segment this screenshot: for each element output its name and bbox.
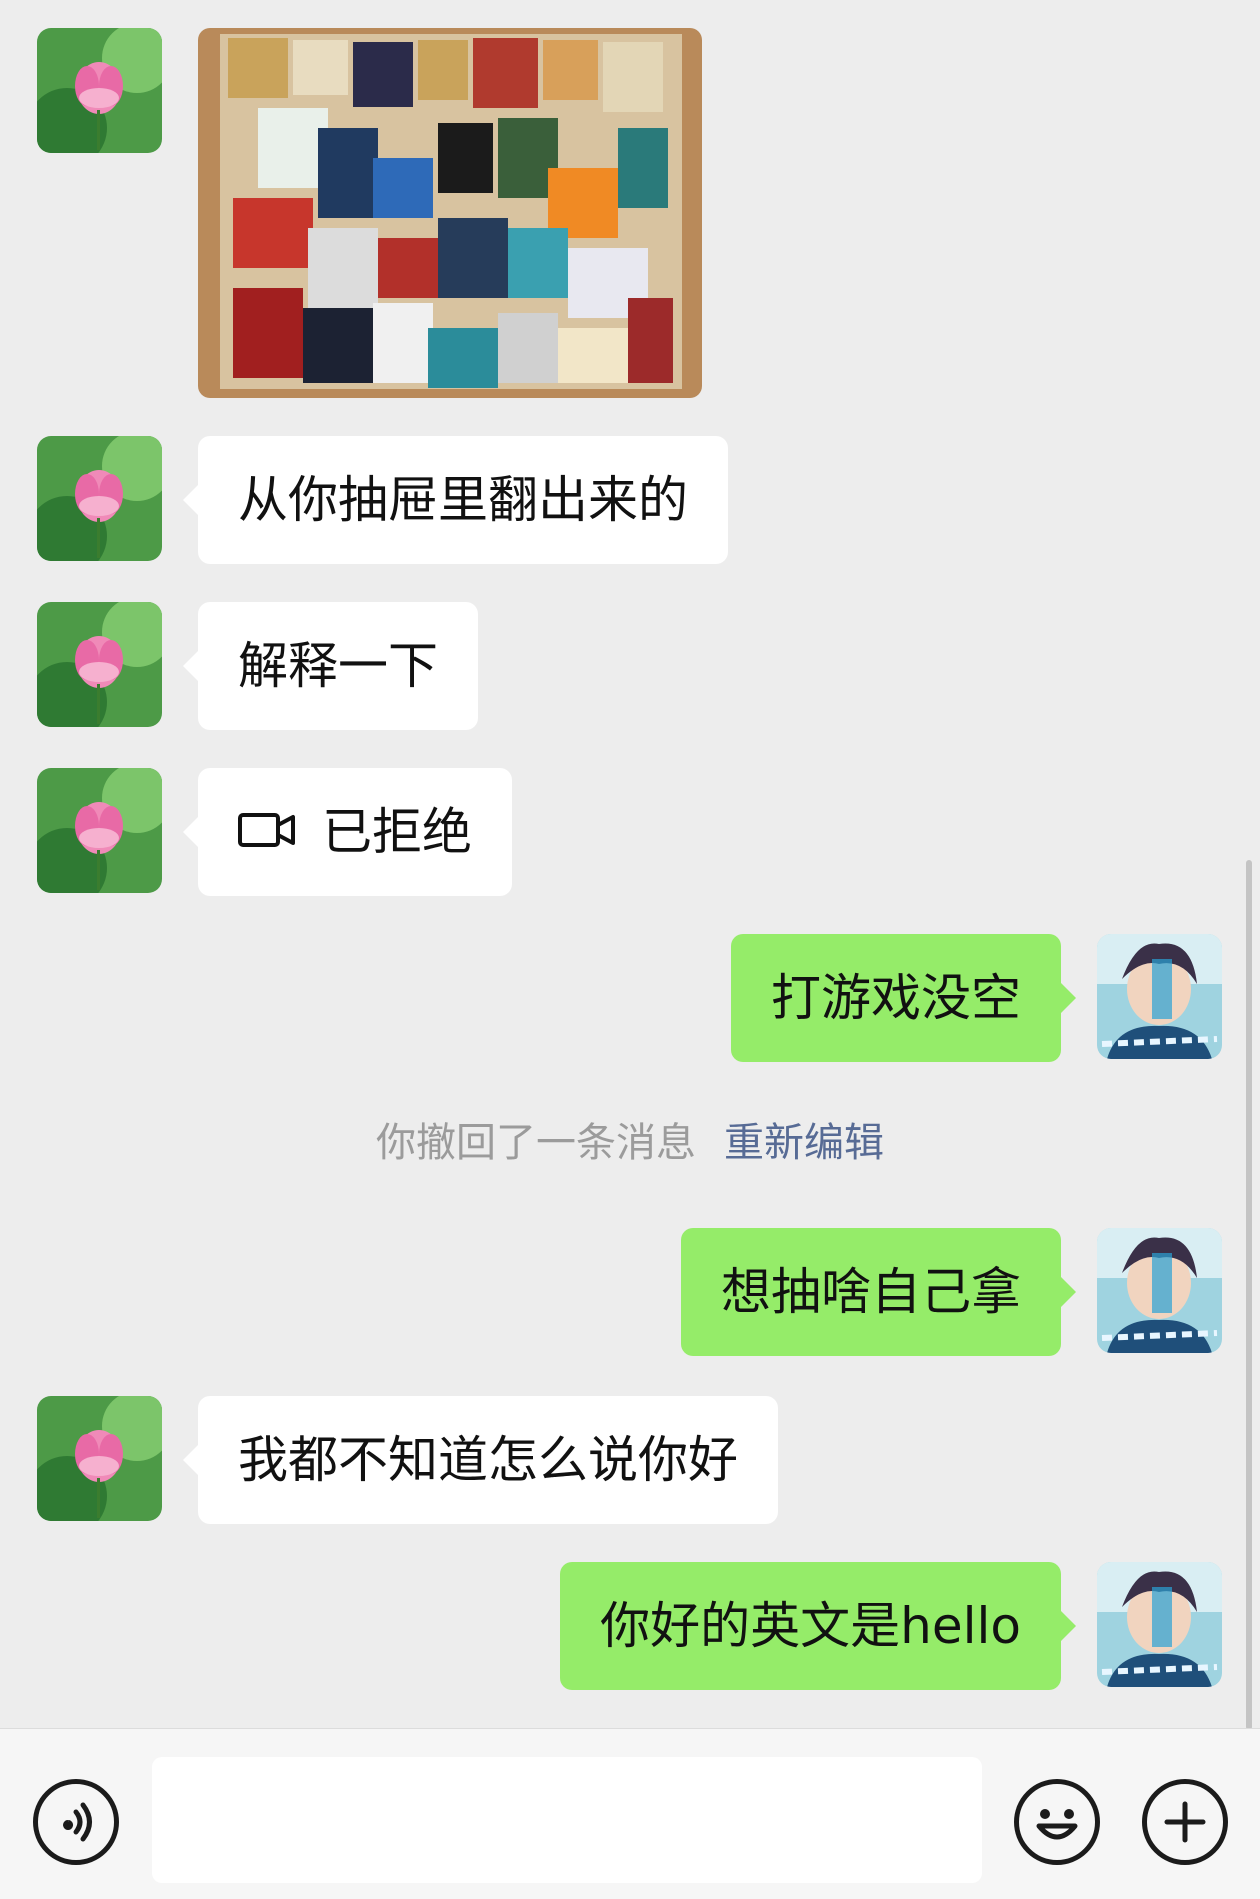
input-bar	[0, 1728, 1260, 1899]
re-edit-link[interactable]: 重新编辑	[724, 1120, 884, 1166]
voice-icon[interactable]	[33, 1779, 119, 1865]
contact-avatar[interactable]	[37, 28, 162, 153]
video-camera-icon	[238, 768, 296, 896]
call-status-label: 已拒绝	[322, 803, 472, 861]
recall-notice: 你撤回了一条消息 重新编辑	[0, 1110, 1260, 1168]
message-bubble[interactable]: 我都不知道怎么说你好	[183, 1396, 778, 1524]
contact-avatar[interactable]	[37, 436, 162, 561]
my-avatar[interactable]	[1097, 1562, 1222, 1687]
message-bubble[interactable]: 想抽啥自己拿	[681, 1228, 1076, 1356]
contact-avatar[interactable]	[37, 1396, 162, 1521]
message-bubble[interactable]: 从你抽屉里翻出来的	[183, 436, 728, 564]
my-avatar[interactable]	[1097, 1228, 1222, 1353]
message-input[interactable]	[152, 1757, 982, 1883]
plus-icon[interactable]	[1142, 1779, 1228, 1865]
message-bubble[interactable]: 解释一下	[183, 602, 478, 730]
emoji-icon[interactable]	[1014, 1779, 1100, 1865]
message-bubble[interactable]: 打游戏没空	[731, 934, 1076, 1062]
chat-photo[interactable]	[198, 28, 702, 398]
message-bubble[interactable]: 你好的英文是hello	[560, 1562, 1076, 1690]
recall-text: 你撤回了一条消息	[376, 1120, 696, 1166]
contact-avatar[interactable]	[37, 602, 162, 727]
scrollbar[interactable]	[1246, 860, 1252, 1730]
video-call-bubble[interactable]: 已拒绝	[183, 768, 512, 896]
my-avatar[interactable]	[1097, 934, 1222, 1059]
contact-avatar[interactable]	[37, 768, 162, 893]
